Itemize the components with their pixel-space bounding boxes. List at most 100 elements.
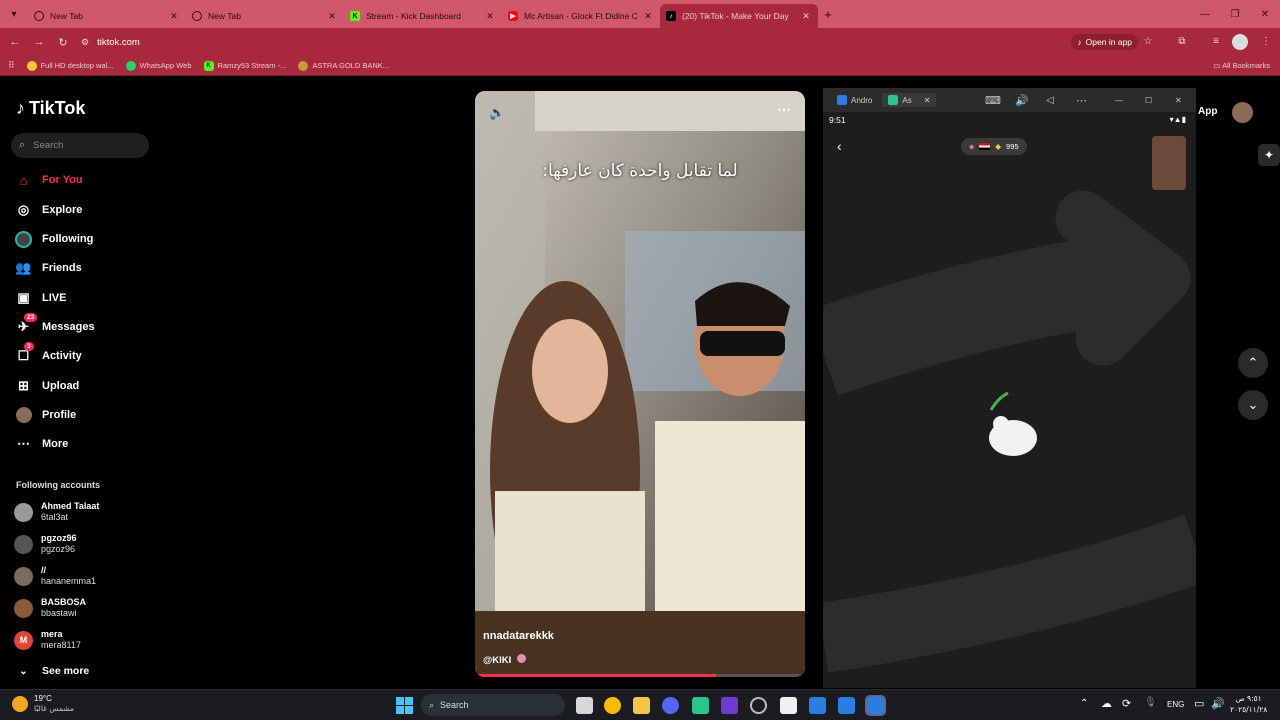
forward-icon[interactable]: → (27, 30, 51, 54)
app-icon[interactable] (750, 697, 767, 714)
sync-icon[interactable]: ⟳ (1122, 697, 1131, 710)
nav-explore[interactable]: ◎ Explore (15, 200, 83, 220)
browser-tab[interactable]: New Tab ✕ (186, 4, 344, 28)
discord-icon[interactable] (662, 697, 679, 714)
android-mirror-icon[interactable] (865, 695, 886, 716)
following-account[interactable]: Ahmed Talaat 6tal3at (14, 501, 99, 523)
weather-widget[interactable]: 19°C مشمس غالبًا (12, 694, 74, 714)
more-options-icon[interactable]: ⋯ (777, 101, 791, 118)
all-bookmarks-button[interactable]: ▭ All Bookmarks (1213, 61, 1270, 70)
nav-profile[interactable]: Profile (15, 405, 76, 425)
avatar[interactable] (1152, 136, 1186, 190)
apps-grid-icon[interactable]: ⠿ (8, 60, 15, 71)
browser-tab-active[interactable]: ♪ (20) TikTok - Make Your Day ✕ (660, 4, 818, 28)
close-window-icon[interactable]: ✕ (1248, 0, 1280, 28)
android-tab[interactable]: Andro (837, 95, 872, 105)
close-tab-icon[interactable]: ✕ (168, 11, 180, 22)
reload-icon[interactable]: ↻ (51, 30, 75, 54)
back-icon[interactable]: ‹ (837, 138, 842, 154)
maximize-icon[interactable]: ☐ (1145, 96, 1152, 105)
close-tab-icon[interactable]: ✕ (326, 11, 338, 22)
nav-activity[interactable]: ☐ 3 Activity (15, 341, 82, 366)
task-view-icon[interactable] (576, 697, 593, 714)
menu-dots-icon[interactable]: ⋮ (1258, 34, 1274, 50)
bookmark-star-icon[interactable]: ☆ (1140, 34, 1156, 50)
media-controls-icon[interactable]: ≡ (1208, 34, 1224, 50)
bookmark-item[interactable]: WhatsApp Web (125, 60, 192, 71)
browser-tab[interactable]: ▶ Mc Artisan - Glock Ft Didine Ca ✕ (502, 4, 660, 28)
display-icon[interactable]: ▭ (1194, 697, 1204, 710)
bookmark-item[interactable]: K Ramzy53 Stream -... (203, 60, 286, 71)
nav-more[interactable]: ⋯ More (15, 434, 68, 454)
get-app-label[interactable]: App (1198, 106, 1217, 117)
restore-icon[interactable]: ❐ (1218, 0, 1252, 28)
video-mention[interactable]: @KIKI (483, 654, 526, 666)
user-avatar[interactable] (1232, 102, 1253, 123)
nav-messages[interactable]: ✈ 23 Messages (15, 312, 95, 337)
back-icon[interactable]: ← (3, 30, 27, 54)
notepad-icon[interactable] (780, 697, 797, 714)
mic-icon[interactable]: 🎙 (1144, 697, 1157, 708)
volume-icon[interactable]: 🔊 (1211, 697, 1225, 710)
assistant-tab[interactable]: As ✕ (882, 93, 937, 107)
close-icon[interactable]: ✕ (1175, 96, 1182, 105)
minimize-icon[interactable]: — (1188, 0, 1222, 28)
following-account[interactable]: BASBOSA bbastawi (14, 597, 86, 619)
following-account[interactable]: pgzoz96 pgzoz96 (14, 533, 77, 555)
nav-following[interactable]: Following (15, 229, 93, 249)
app-icon[interactable] (692, 697, 709, 714)
close-tab-icon[interactable]: ✕ (484, 11, 496, 22)
nav-upload[interactable]: ⊞ Upload (15, 376, 79, 396)
keyboard-icon[interactable]: ⌨ (985, 94, 1001, 107)
see-more-button[interactable]: ⌄ See more (15, 661, 89, 681)
profile-avatar-icon[interactable] (1232, 34, 1248, 50)
windows-taskbar: 19°C مشمس غالبًا ⌕ Search ⌃ ☁ ⟳ 🎙 ENG ▭ … (0, 689, 1280, 720)
bookmark-item[interactable]: Full HD desktop wal... (26, 60, 114, 71)
minimize-icon[interactable]: — (1115, 96, 1123, 105)
volume-icon[interactable]: 🔊 (1015, 94, 1029, 107)
nav-label: For You (42, 174, 83, 186)
tiktok-logo[interactable]: ♪ TikTok (16, 98, 85, 119)
nav-for-you[interactable]: ⌂ For You (15, 170, 83, 190)
close-tab-icon[interactable]: ✕ (924, 96, 931, 105)
close-tab-icon[interactable]: ✕ (800, 11, 812, 22)
video-progress-track[interactable] (475, 674, 805, 677)
chrome-icon[interactable] (604, 697, 621, 714)
bookmark-item[interactable]: ASTRA GOLD BANK... (298, 60, 389, 71)
following-account[interactable]: //hananemma1 (14, 565, 96, 587)
back-triangle-icon[interactable]: ◁ (1046, 95, 1054, 106)
android-mirror-icon[interactable] (838, 697, 855, 714)
clock[interactable]: ٩:٥١ ص ٢٠٢٥/١١/٢٨ (1230, 693, 1267, 715)
taskbar-search[interactable]: ⌕ Search (421, 694, 565, 716)
open-in-app-button[interactable]: ♪ Open in app (1071, 34, 1138, 50)
onedrive-icon[interactable]: ☁ (1101, 697, 1112, 710)
video-player[interactable]: 🔈 ⋯ لما تقابل واحدة كان عارفها: nnadatar… (475, 91, 805, 677)
extensions-icon[interactable]: ⧉ (1174, 34, 1190, 50)
app-icon[interactable] (721, 697, 738, 714)
address-bar: ← → ↻ ⚙ tiktok.com ♪ Open in app ☆ ⧉ ≡ ⋮ (0, 28, 1280, 56)
browser-tab[interactable]: K Stream - Kick Dashboard ✕ (344, 4, 502, 28)
coins-pill[interactable]: ⬥ ◆ 995 (961, 138, 1027, 155)
android-mirror-icon[interactable] (809, 697, 826, 714)
browser-tab[interactable]: New Tab ✕ (28, 4, 186, 28)
close-tab-icon[interactable]: ✕ (642, 11, 654, 22)
nav-live[interactable]: ▣ LIVE (15, 288, 66, 308)
sparkle-icon[interactable]: ✦ (1258, 144, 1280, 166)
more-icon[interactable]: ⋯ (1076, 94, 1087, 107)
search-input[interactable]: ⌕ Search (11, 133, 149, 158)
account-handle: hananemma1 (41, 576, 97, 586)
tab-search-icon[interactable]: ▾ (0, 0, 28, 28)
following-account[interactable]: M mera mera8117 (14, 629, 81, 651)
tray-chevron-icon[interactable]: ⌃ (1080, 698, 1088, 709)
nav-friends[interactable]: 👥 Friends (15, 258, 81, 278)
previous-video-icon[interactable]: ⌃ (1238, 348, 1268, 378)
new-tab-icon[interactable]: + (818, 7, 838, 22)
windows-start-icon[interactable] (396, 697, 413, 714)
video-author[interactable]: nnadatarekkk (483, 630, 554, 642)
language-indicator[interactable]: ENG (1167, 700, 1184, 709)
file-explorer-icon[interactable] (633, 697, 650, 714)
app-icon (888, 95, 899, 105)
next-video-icon[interactable]: ⌄ (1238, 390, 1268, 420)
sound-icon[interactable]: 🔈 (489, 105, 505, 121)
site-info-icon[interactable]: ⚙ (81, 37, 89, 48)
